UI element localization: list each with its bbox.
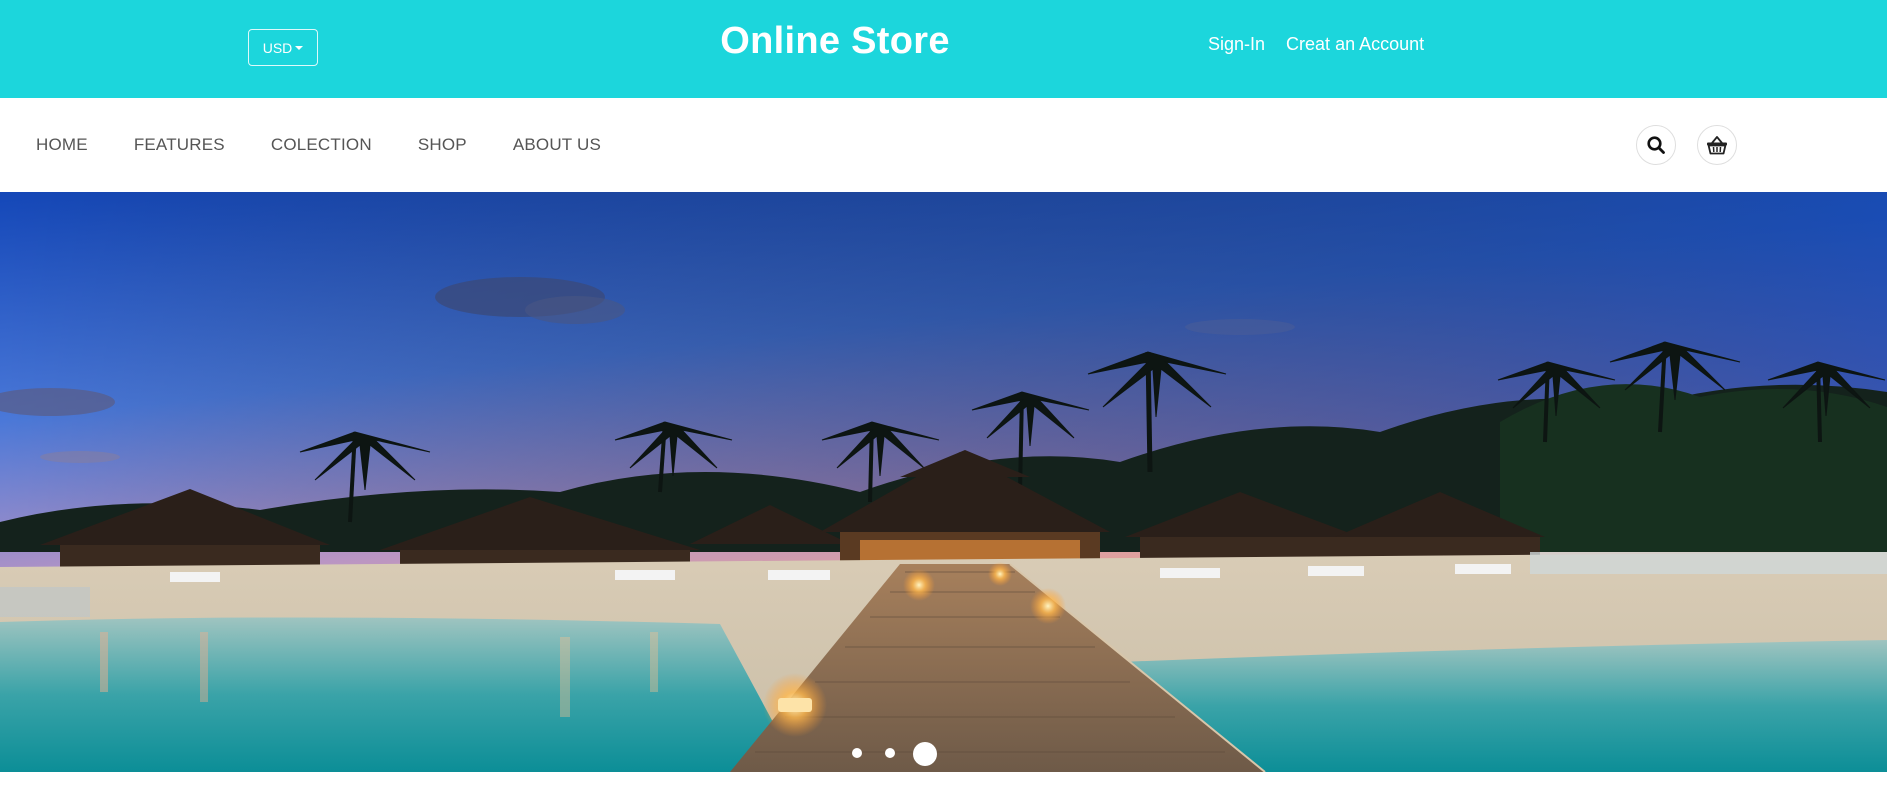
- currency-dropdown[interactable]: USD: [248, 29, 318, 66]
- hero-image: [0, 192, 1887, 772]
- hero-slider: [0, 192, 1887, 772]
- nav-item-about-us[interactable]: ABOUT US: [513, 135, 601, 155]
- create-account-link[interactable]: Creat an Account: [1286, 34, 1424, 55]
- search-icon: [1647, 136, 1665, 154]
- cart-button[interactable]: [1697, 125, 1737, 165]
- basket-icon: [1707, 136, 1727, 155]
- nav-item-shop[interactable]: SHOP: [418, 135, 467, 155]
- carousel-dot-3-active[interactable]: [913, 742, 937, 766]
- nav-menu: HOME FEATURES COLECTION SHOP ABOUT US: [36, 98, 647, 192]
- carousel-indicators: [0, 742, 1887, 772]
- sign-in-link[interactable]: Sign-In: [1208, 34, 1265, 55]
- store-title: Online Store: [720, 20, 950, 62]
- main-navbar: HOME FEATURES COLECTION SHOP ABOUT US: [0, 98, 1887, 192]
- carousel-dot-1[interactable]: [852, 748, 862, 758]
- caret-down-icon: [295, 46, 304, 50]
- nav-item-home[interactable]: HOME: [36, 135, 88, 155]
- search-button[interactable]: [1636, 125, 1676, 165]
- account-links: Sign-In Creat an Account: [1208, 34, 1424, 55]
- nav-item-features[interactable]: FEATURES: [134, 135, 225, 155]
- currency-label: USD: [262, 39, 293, 56]
- top-bar: USD Online Store Sign-In Creat an Accoun…: [0, 0, 1887, 98]
- nav-item-collection[interactable]: COLECTION: [271, 135, 372, 155]
- carousel-dot-2[interactable]: [885, 748, 895, 758]
